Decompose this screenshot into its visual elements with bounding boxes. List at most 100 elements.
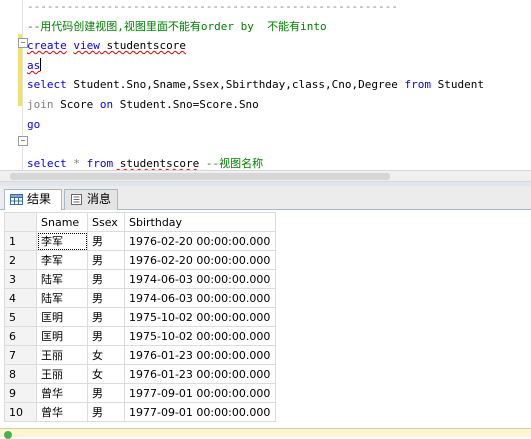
ssex-cell[interactable]: 女 [87, 364, 125, 384]
code-line[interactable]: ----------------------------------------… [27, 0, 484, 17]
row-number-cell[interactable]: 2 [4, 250, 37, 270]
sname-cell[interactable]: 匡明 [36, 326, 88, 346]
code-lines[interactable]: ----------------------------------------… [27, 0, 484, 170]
sname-cell[interactable]: 曾华 [36, 383, 88, 403]
sname-cell[interactable]: 李军 [36, 250, 88, 270]
code-line[interactable]: select * from studentscore --视图名称 [27, 154, 484, 170]
code-token: Student.Sno,Sname,Ssex,Sbirthday,class,C… [66, 78, 405, 92]
table-row[interactable]: 7 王丽女 1976-01-23 00:00:00.000 [4, 345, 276, 365]
sbirthday-cell[interactable]: 1975-10-02 00:00:00.000 [124, 307, 276, 327]
ssex-cell[interactable]: 男 [87, 383, 125, 403]
table-row[interactable]: 4 陆军男 1974-06-03 00:00:00.000 [4, 288, 276, 308]
sname-cell[interactable]: 王丽 [36, 364, 88, 384]
code-token: Student.Sno=Score.Sno [113, 97, 259, 111]
row-number-cell[interactable]: 5 [4, 307, 37, 327]
sbirthday-cell[interactable]: 1974-06-03 00:00:00.000 [124, 288, 276, 308]
row-number-cell[interactable]: 8 [4, 364, 37, 384]
ssex-cell[interactable]: 男 [87, 402, 125, 422]
code-token: on [99, 97, 114, 111]
grid-header-row: Sname Ssex Sbirthday [4, 212, 276, 232]
code-line[interactable]: go [27, 115, 484, 135]
ssex-cell[interactable]: 男 [87, 288, 125, 308]
sname-cell[interactable]: 匡明 [36, 307, 88, 327]
row-number-cell[interactable]: 10 [4, 402, 37, 422]
column-header-ssex[interactable]: Ssex [87, 212, 125, 232]
table-row[interactable]: 2 李军男 1976-02-20 00:00:00.000 [4, 250, 276, 270]
sbirthday-cell[interactable]: 1974-06-03 00:00:00.000 [124, 269, 276, 289]
sbirthday-cell[interactable]: 1977-09-01 00:00:00.000 [124, 383, 276, 403]
row-number-cell[interactable]: 6 [4, 326, 37, 346]
row-number-cell[interactable]: 7 [4, 345, 37, 365]
text-cursor [40, 57, 42, 71]
tab-results[interactable]: 结果 [4, 189, 62, 211]
row-number-cell[interactable]: 3 [4, 269, 37, 289]
code-token: ----------------------------------------… [27, 0, 398, 13]
code-token: as [27, 58, 41, 72]
table-row[interactable]: 10 曾华男 1977-09-01 00:00:00.000 [4, 402, 276, 422]
tab-messages-label: 消息 [87, 192, 112, 206]
sbirthday-cell[interactable]: 1976-01-23 00:00:00.000 [124, 345, 276, 365]
scrollbar-thumb[interactable] [10, 173, 390, 180]
tab-messages[interactable]: 消息 [64, 189, 118, 210]
ssex-cell[interactable]: 男 [87, 231, 125, 251]
table-row[interactable]: 5 匡明男 1975-10-02 00:00:00.000 [4, 307, 276, 327]
column-header-sbirthday[interactable]: Sbirthday [124, 212, 276, 232]
column-header-sname[interactable]: Sname [36, 212, 88, 232]
table-row[interactable]: 3 陆军男 1974-06-03 00:00:00.000 [4, 269, 276, 289]
grid-corner[interactable] [4, 212, 37, 232]
table-row[interactable]: 1 李军男 1976-02-20 00:00:00.000 [4, 231, 276, 251]
document-icon [71, 194, 82, 205]
sbirthday-cell[interactable]: 1977-09-01 00:00:00.000 [124, 402, 276, 422]
row-number-cell[interactable]: 9 [4, 383, 37, 403]
sbirthday-cell[interactable]: 1976-02-20 00:00:00.000 [124, 231, 276, 251]
code-token: select [27, 156, 67, 170]
table-row[interactable]: 8 王丽女 1976-01-23 00:00:00.000 [4, 364, 276, 384]
results-grid-area: Sname Ssex Sbirthday 1 李军男 1976-02-20 00:0… [0, 210, 531, 428]
code-token: studentscore [99, 39, 186, 53]
code-token: create [27, 39, 67, 53]
code-token: join [27, 97, 54, 111]
code-line[interactable]: join Score on Student.Sno=Score.Sno [27, 95, 484, 115]
grid-icon [10, 194, 23, 205]
grid-body: 1 李军男 1976-02-20 00:00:00.000 2 李军男 1976-02-2… [4, 231, 276, 422]
code-token: Score [53, 97, 100, 111]
code-line[interactable]: create view studentscore [27, 36, 484, 56]
results-tab-bar: 结果 消息 [0, 186, 531, 211]
ssex-cell[interactable]: 女 [87, 345, 125, 365]
code-token: view [73, 39, 100, 53]
table-row[interactable]: 6 匡明男 1975-10-02 00:00:00.000 [4, 326, 276, 346]
code-token: from [86, 156, 114, 170]
code-line[interactable] [27, 134, 484, 154]
tab-results-label: 结果 [27, 192, 52, 206]
code-token: --用代码创建视图,视图里面不能有order by 不能有into [27, 19, 327, 33]
row-number-cell[interactable]: 4 [4, 288, 37, 308]
code-token: * [73, 156, 80, 170]
sname-cell[interactable]: 曾华 [36, 402, 88, 422]
row-number-cell[interactable]: 1 [4, 231, 37, 251]
code-line[interactable]: as [27, 56, 484, 76]
sname-cell[interactable]: 李军 [36, 231, 88, 251]
query-editor[interactable]: − − ------------------------------------… [0, 0, 531, 170]
code-line[interactable]: select Student.Sno,Sname,Ssex,Sbirthday,… [27, 75, 484, 95]
code-token: studentscore [113, 156, 200, 170]
code-line[interactable]: --用代码创建视图,视图里面不能有order by 不能有into [27, 17, 484, 37]
sbirthday-cell[interactable]: 1975-10-02 00:00:00.000 [124, 326, 276, 346]
ssex-cell[interactable]: 男 [87, 307, 125, 327]
ssex-cell[interactable]: 男 [87, 269, 125, 289]
editor-horizontal-scrollbar[interactable] [0, 170, 531, 182]
sname-cell[interactable]: 陆军 [36, 288, 88, 308]
results-grid[interactable]: Sname Ssex Sbirthday 1 李军男 1976-02-20 00:0… [4, 212, 276, 422]
code-token: Student [431, 78, 484, 92]
sbirthday-cell[interactable]: 1976-01-23 00:00:00.000 [124, 364, 276, 384]
ssex-cell[interactable]: 男 [87, 326, 125, 346]
status-bar [0, 428, 531, 439]
code-token: from [404, 78, 432, 92]
ssex-cell[interactable]: 男 [87, 250, 125, 270]
sname-cell[interactable]: 陆军 [36, 269, 88, 289]
code-token: go [27, 117, 41, 131]
table-row[interactable]: 9 曾华男 1977-09-01 00:00:00.000 [4, 383, 276, 403]
code-token: select [27, 78, 67, 92]
sbirthday-cell[interactable]: 1976-02-20 00:00:00.000 [124, 250, 276, 270]
sname-cell[interactable]: 王丽 [36, 345, 88, 365]
